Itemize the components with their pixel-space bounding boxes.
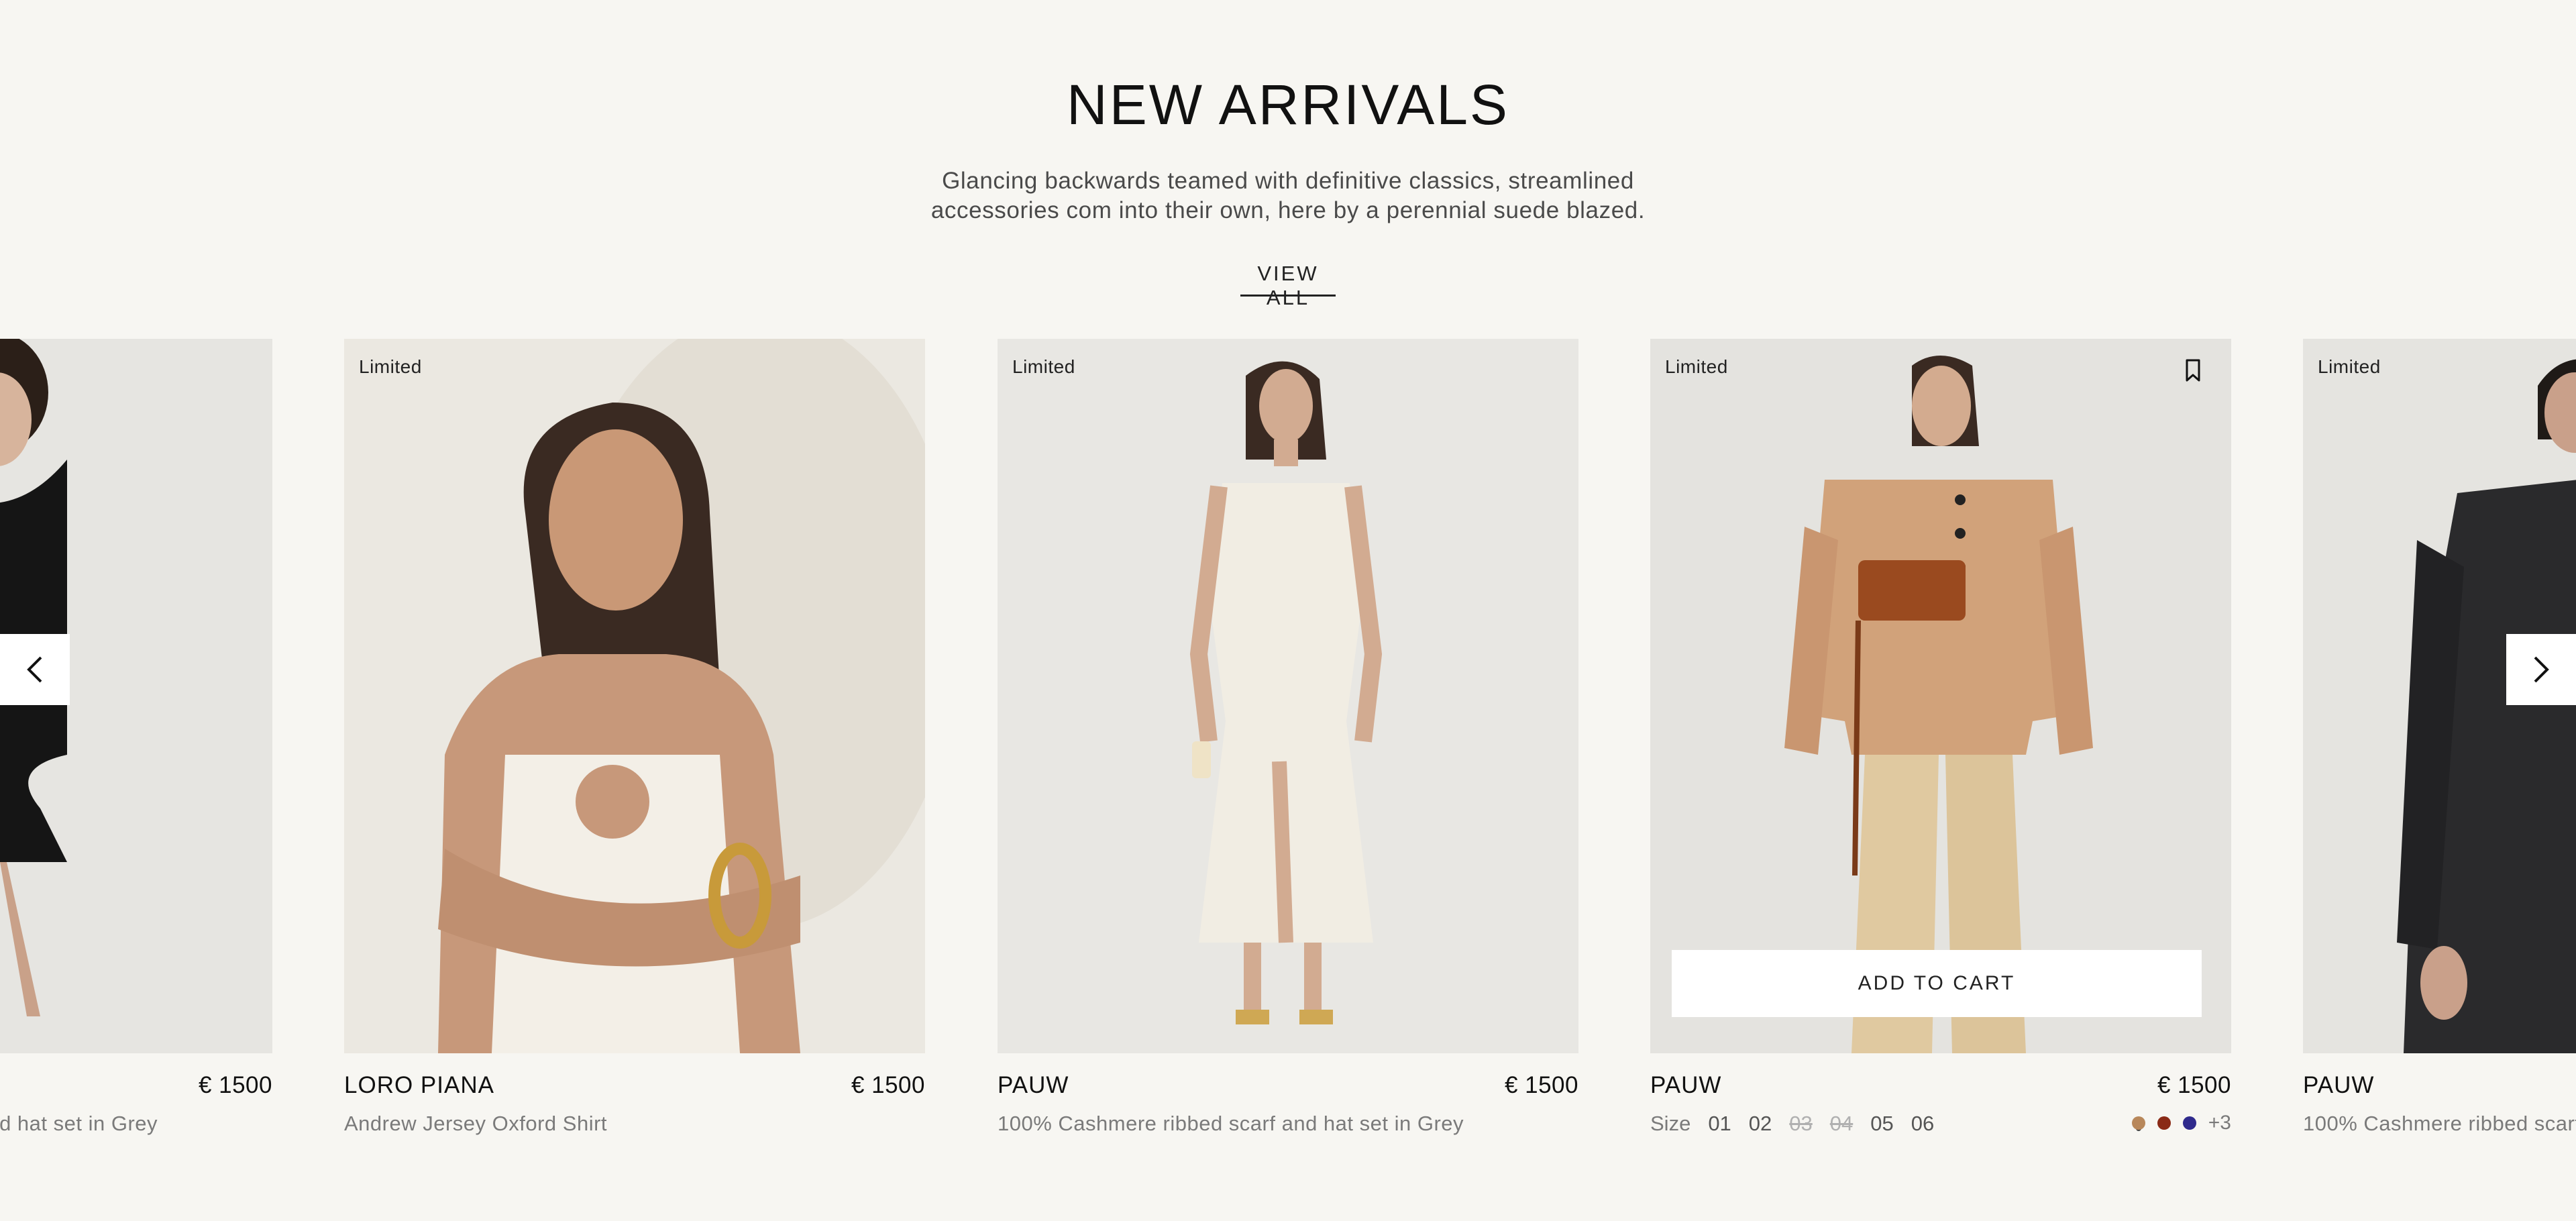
product-subtitle[interactable]: 100% Cashmere ribbed scarf and hat set i…: [0, 1112, 158, 1136]
product-price: € 1500: [198, 1072, 272, 1098]
product-badge: Limited: [2318, 356, 2381, 377]
product-price: € 1500: [1504, 1072, 1578, 1098]
product-badge: Limited: [1665, 356, 1728, 377]
color-swatch[interactable]: [2157, 1116, 2171, 1130]
chevron-right-icon: [2534, 656, 2549, 683]
product-image[interactable]: Limited: [344, 339, 925, 1053]
product-subtitle[interactable]: 100% Cashmere ribbed scarf and hat set i…: [998, 1112, 1464, 1136]
product-image[interactable]: Limited ADD TO CART: [1650, 339, 2231, 1053]
size-option[interactable]: 02: [1749, 1112, 1772, 1136]
size-option[interactable]: 05: [1870, 1112, 1893, 1136]
product-brand[interactable]: LORO PIANA: [344, 1072, 494, 1099]
product-brand[interactable]: PAUW: [1650, 1072, 1721, 1099]
product-price: € 1500: [2157, 1072, 2231, 1098]
product-card[interactable]: Limited PAUW € 1500 100% Cashmere ribbed…: [998, 339, 1578, 1144]
product-image[interactable]: Limited: [998, 339, 1578, 1053]
product-badge: Limited: [359, 356, 422, 377]
product-card[interactable]: Limited PAUW 100% Cashmere ribbed scarf …: [2303, 339, 2576, 1144]
section-description: Glancing backwards teamed with definitiv…: [930, 168, 1646, 223]
size-option[interactable]: 01: [1708, 1112, 1731, 1136]
product-photo: [1650, 339, 2231, 1053]
product-brand[interactable]: PAUW: [2303, 1072, 2374, 1099]
product-badge: Limited: [1012, 356, 1075, 377]
size-option-unavailable: 04: [1829, 1112, 1854, 1135]
product-photo: [344, 339, 925, 1053]
color-swatch[interactable]: [2131, 1116, 2145, 1130]
product-subtitle[interactable]: 100% Cashmere ribbed scarf and hat set i…: [2303, 1112, 2576, 1136]
more-colors-count[interactable]: +3: [2208, 1112, 2231, 1134]
color-swatch[interactable]: [2182, 1116, 2196, 1130]
chevron-left-icon: [27, 656, 42, 683]
product-subtitle[interactable]: Andrew Jersey Oxford Shirt: [344, 1112, 607, 1136]
view-all-link[interactable]: VIEW ALL: [1240, 262, 1336, 309]
product-card[interactable]: Limited ADD TO CART PAUW € 1500 Size 01 …: [1650, 339, 2231, 1144]
size-selector: Size 01 02 03 04 05 06: [1650, 1112, 1934, 1136]
size-option-unavailable: 03: [1789, 1112, 1813, 1135]
carousel-next-button[interactable]: [2506, 634, 2576, 705]
product-card[interactable]: € 1500 100% Cashmere ribbed scarf and ha…: [0, 339, 272, 1144]
product-brand[interactable]: PAUW: [998, 1072, 1069, 1099]
product-price: € 1500: [851, 1072, 925, 1098]
bookmark-icon[interactable]: [2183, 358, 2203, 384]
carousel-prev-button[interactable]: [0, 634, 70, 705]
add-to-cart-button[interactable]: ADD TO CART: [1672, 950, 2202, 1017]
product-card[interactable]: Limited LORO PIANA € 1500 Andrew Jersey …: [344, 339, 925, 1144]
size-label: Size: [1650, 1112, 1691, 1135]
new-arrivals-page: NEW ARRIVALS Glancing backwards teamed w…: [0, 0, 2576, 1221]
size-option[interactable]: 06: [1911, 1112, 1934, 1136]
section-title: NEW ARRIVALS: [1067, 73, 1509, 136]
color-swatches: +3: [2131, 1112, 2231, 1134]
product-photo: [998, 339, 1578, 1053]
